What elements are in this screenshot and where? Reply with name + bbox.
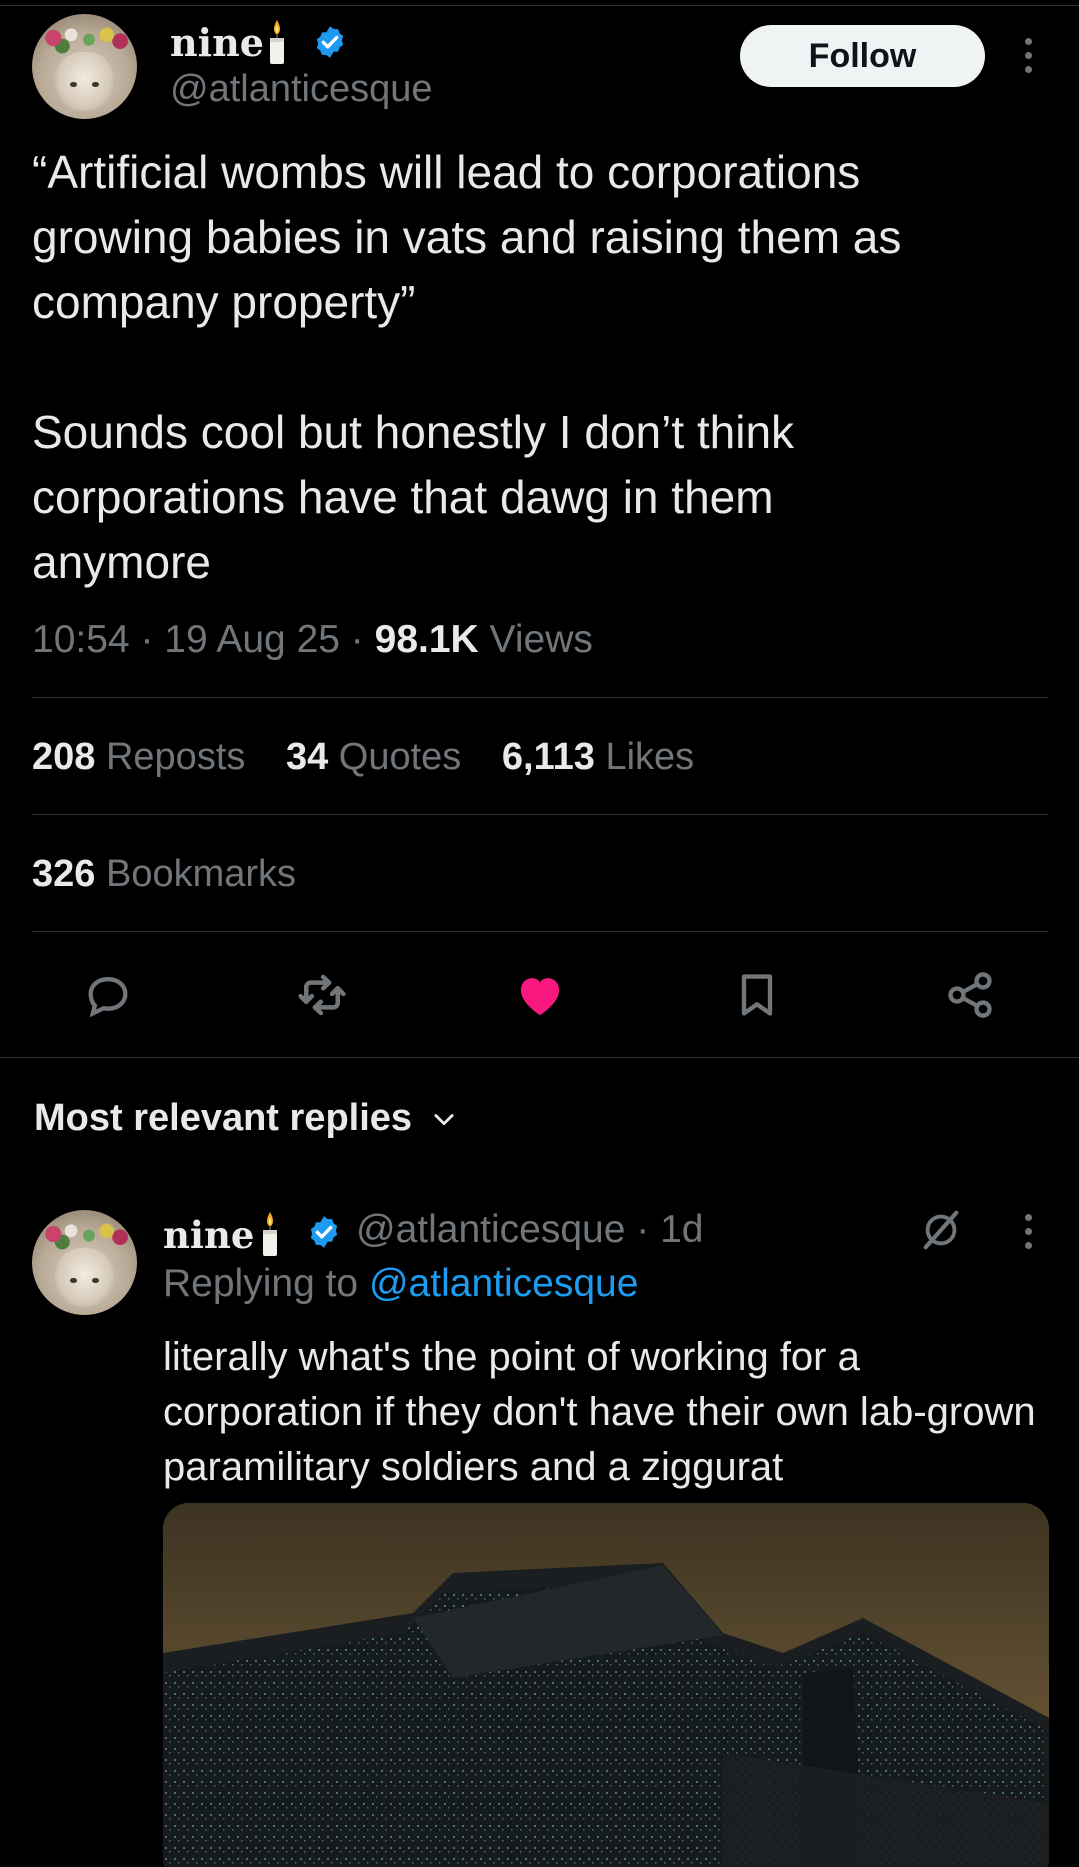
reply-author-handle[interactable]: @atlanticesque · 1d bbox=[356, 1208, 703, 1252]
reply-button[interactable] bbox=[73, 960, 143, 1030]
bookmarks-stat[interactable]: 326 Bookmarks bbox=[32, 853, 296, 896]
tweet-text: “Artificial wombs will lead to corporati… bbox=[32, 146, 902, 588]
follow-button[interactable]: Follow bbox=[740, 25, 985, 87]
meta-separator: · bbox=[140, 618, 165, 661]
candle-icon bbox=[270, 20, 284, 64]
cat-face bbox=[55, 1247, 114, 1307]
author-name[interactable]: nine bbox=[170, 20, 264, 65]
share-icon bbox=[948, 972, 992, 1018]
bookmark-button[interactable] bbox=[722, 960, 792, 1030]
likes-count: 6,113 bbox=[501, 736, 595, 778]
flower-crown bbox=[40, 22, 129, 54]
bookmarks-count: 326 bbox=[32, 853, 96, 895]
share-button[interactable] bbox=[935, 960, 1005, 1030]
candle-icon bbox=[263, 1212, 277, 1256]
author-handle[interactable]: @atlanticesque bbox=[170, 68, 433, 111]
ziggurat-image bbox=[163, 1503, 1049, 1867]
reposts-label: Reposts bbox=[105, 736, 246, 778]
reposts-stat[interactable]: 208 Reposts bbox=[32, 736, 245, 778]
bookmarks-label: Bookmarks bbox=[105, 853, 297, 895]
top-divider bbox=[0, 5, 1079, 6]
likes-stat[interactable]: 6,113 Likes bbox=[502, 736, 694, 778]
replying-prefix: Replying to bbox=[163, 1262, 359, 1305]
meta-separator: · bbox=[350, 618, 375, 661]
repost-icon bbox=[298, 974, 346, 1016]
grok-icon[interactable] bbox=[918, 1207, 964, 1253]
reply-media-image[interactable] bbox=[163, 1503, 1049, 1867]
reply-handle: @atlanticesque bbox=[356, 1208, 626, 1251]
divider bbox=[32, 931, 1048, 932]
divider bbox=[32, 814, 1048, 815]
reply-author-avatar[interactable] bbox=[32, 1210, 137, 1315]
reply-text: literally what's the point of working fo… bbox=[163, 1335, 1036, 1489]
flower-crown bbox=[40, 1218, 129, 1250]
tweet-meta: 10:54 · 19 Aug 25 · 98.1K Views bbox=[32, 618, 593, 662]
like-button[interactable] bbox=[505, 960, 575, 1030]
replying-to: Replying to @atlanticesque bbox=[163, 1262, 638, 1306]
cat-face bbox=[55, 51, 114, 111]
replies-sort-toggle[interactable]: Most relevant replies bbox=[34, 1097, 458, 1140]
more-options-icon[interactable] bbox=[1021, 38, 1035, 80]
engagement-stats: 208 Reposts 34 Quotes 6,113 Likes bbox=[32, 736, 694, 779]
verified-badge-icon bbox=[316, 26, 344, 58]
tweet-date[interactable]: 19 Aug 25 bbox=[164, 618, 340, 661]
meta-separator: · bbox=[625, 1208, 661, 1251]
repost-button[interactable] bbox=[287, 960, 357, 1030]
reply-age: 1d bbox=[660, 1208, 704, 1251]
quotes-stat[interactable]: 34 Quotes bbox=[286, 736, 461, 778]
reply-more-options-icon[interactable] bbox=[1021, 1214, 1035, 1256]
reply-author-name[interactable]: nine bbox=[163, 1213, 254, 1257]
divider bbox=[0, 1057, 1079, 1058]
likes-label: Likes bbox=[605, 736, 695, 778]
bookmark-icon bbox=[741, 974, 773, 1016]
verified-badge-icon bbox=[310, 1216, 338, 1248]
reply-icon bbox=[88, 977, 128, 1018]
quotes-label: Quotes bbox=[338, 736, 462, 778]
chevron-down-icon bbox=[434, 1113, 454, 1125]
views-count: 98.1K bbox=[374, 618, 479, 661]
divider bbox=[32, 697, 1048, 698]
like-icon bbox=[520, 978, 560, 1016]
author-avatar[interactable] bbox=[32, 14, 137, 119]
replies-section-title: Most relevant replies bbox=[34, 1097, 413, 1139]
replying-to-link[interactable]: @atlanticesque bbox=[369, 1262, 638, 1305]
tweet-time[interactable]: 10:54 bbox=[32, 618, 130, 661]
quotes-count: 34 bbox=[285, 736, 329, 778]
views-label: Views bbox=[489, 618, 593, 661]
reposts-count: 208 bbox=[32, 736, 96, 778]
tweet-detail-page: nine @atlanticesque Follow “Artificial w… bbox=[0, 0, 1079, 1867]
